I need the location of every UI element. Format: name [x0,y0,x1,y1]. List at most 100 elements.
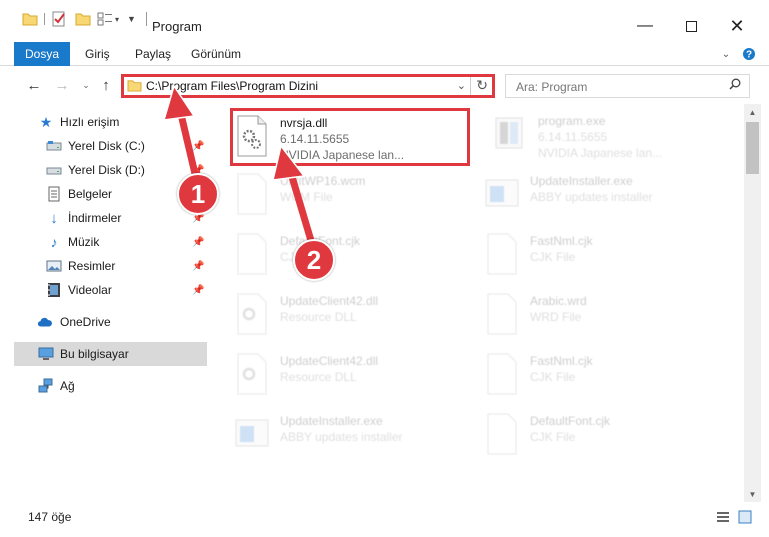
address-path[interactable]: C:\Program Files\Program Dizini [146,79,318,93]
file-item[interactable]: UpdateClient42.dll Resource DLL [234,348,474,404]
documents-icon [48,186,60,202]
sidebar-item-label: Hızlı erişim [60,115,120,129]
minimize-button[interactable]: — [622,12,668,40]
dll-file-icon [237,353,267,395]
file-type: CJK File [530,250,576,264]
arrow-right-icon: → [54,76,70,94]
search-input[interactable]: Ara: Program [516,80,587,94]
recent-locations-button[interactable]: ⌄ [76,74,96,96]
scroll-thumb[interactable] [746,122,759,174]
step-badge-2: 2 [293,239,335,281]
tab-view[interactable]: Görünüm [191,42,241,66]
address-dropdown-icon[interactable]: ⌄ [457,79,466,92]
file-item[interactable]: program.exe 6.14.11.5655 NVIDIA Japanese… [492,108,732,164]
sidebar-item-local-disk-c[interactable]: Yerel Disk (C:) 📌 [0,134,207,158]
file-item[interactable]: UpdateInstaller.exe ABBY updates install… [234,408,474,464]
sidebar-item-music[interactable]: ♪ Müzik 📌 [0,230,207,254]
file-name: UpdateClient42.dll [280,294,379,308]
separator [145,12,147,26]
maximize-button[interactable] [668,12,714,40]
close-icon: ✕ [729,15,745,36]
file-type: Resource DLL [280,310,357,324]
vertical-scrollbar[interactable]: ▲ ▼ [744,104,761,502]
drive-icon [46,141,62,151]
folder-icon[interactable] [22,12,38,26]
installer-icon [485,179,519,207]
customize-toolbar-icon[interactable]: ▼ [127,14,136,24]
generic-file-icon [237,233,267,275]
title-bar: ▾ ▼ Program — ✕ [0,0,769,40]
forward-button[interactable]: → [52,74,72,96]
file-item[interactable]: Arabic.wrd WRD File [484,288,724,344]
star-icon: ★ [39,113,53,130]
sidebar-item-label: İndirmeler [68,211,122,225]
search-icon [729,78,741,93]
sidebar-item-this-pc[interactable]: Bu bilgisayar [14,342,207,366]
view-options-icon[interactable] [97,12,113,26]
file-name: Arabic.wrd [530,294,587,308]
file-item[interactable]: FastNml.cjk CJK File [484,228,724,284]
network-icon [38,378,53,393]
ribbon: Dosya Giriş Paylaş Görünüm ⌄ ? [0,42,769,66]
tab-home[interactable]: Giriş [85,42,110,66]
refresh-icon[interactable]: ↻ [476,77,488,94]
scroll-up-icon[interactable]: ▲ [744,104,761,120]
file-version: 6.14.11.5655 [538,130,608,144]
sidebar-item-videos[interactable]: Videolar 📌 [0,278,207,302]
expand-ribbon-icon[interactable]: ⌄ [718,44,734,64]
sidebar-item-downloads[interactable]: ↓ İndirmeler 📌 [0,206,207,230]
pin-icon[interactable]: 📌 [192,141,204,152]
maximize-icon [685,20,697,32]
cloud-icon [37,317,52,327]
help-button[interactable]: ? [740,44,758,64]
arrow-left-icon: ← [26,76,42,94]
properties-icon[interactable] [51,11,67,27]
pin-icon[interactable]: 📌 [192,261,204,272]
close-button[interactable]: ✕ [714,12,760,40]
status-bar: 147 öğe [0,504,769,537]
file-type: WCM File [280,190,333,204]
pin-icon[interactable]: 📌 [192,285,204,296]
sidebar-item-quick-access[interactable]: ★ Hızlı erişim [0,110,207,134]
sidebar-item-pictures[interactable]: Resimler 📌 [0,254,207,278]
tab-file[interactable]: Dosya [14,42,70,66]
scroll-down-icon[interactable]: ▼ [744,486,761,502]
sidebar-item-label: Resimler [68,259,116,273]
file-name: UntitWP16.wcm [280,174,366,188]
sidebar-item-label: Belgeler [68,187,113,201]
download-icon: ↓ [50,209,58,227]
search-box[interactable]: Ara: Program [505,74,750,98]
details-view-icon[interactable] [716,510,730,524]
sidebar-item-network[interactable]: Ağ [0,374,207,398]
folder-icon [127,80,142,92]
file-type: ABBY updates installer [280,430,403,444]
file-type: ABBY updates installer [530,190,653,204]
new-folder-icon[interactable] [75,12,91,26]
chevron-down-icon: ⌄ [82,79,90,90]
file-name: UpdateInstaller.exe [530,174,633,188]
file-item[interactable]: UpdateClient42.dll Resource DLL [234,288,474,344]
sidebar-item-documents[interactable]: Belgeler 📌 [0,182,207,206]
music-icon: ♪ [50,234,58,250]
file-item[interactable]: UntitWP16.wcm WCM File [234,168,474,224]
file-name: DefaultFont.cjk [530,414,611,428]
pictures-icon [46,260,62,272]
pin-icon[interactable]: 📌 [192,237,204,248]
up-button[interactable]: ↑ [96,74,116,96]
generic-file-icon [237,173,267,215]
sidebar-item-label: OneDrive [60,315,111,329]
tab-share[interactable]: Paylaş [135,42,171,66]
sidebar-item-onedrive[interactable]: OneDrive [0,310,207,334]
large-icons-view-icon[interactable] [738,510,752,524]
window-title: Program [152,19,202,34]
file-type: Resource DLL [280,370,357,384]
address-bar[interactable]: C:\Program Files\Program Dizini ⌄ ↻ [121,74,495,98]
file-item[interactable]: DefaultFont.cjk CJK File [484,408,724,464]
file-item[interactable]: UpdateInstaller.exe ABBY updates install… [484,168,724,224]
sidebar-item-local-disk-d[interactable]: Yerel Disk (D:) 📌 [0,158,207,182]
file-item[interactable]: DefaultFont.cjk CJK File [234,228,474,284]
separator [470,77,471,95]
chevron-down-icon[interactable]: ▾ [115,15,119,24]
back-button[interactable]: ← [24,74,44,96]
file-item[interactable]: FastNml.cjk CJK File [484,348,724,404]
